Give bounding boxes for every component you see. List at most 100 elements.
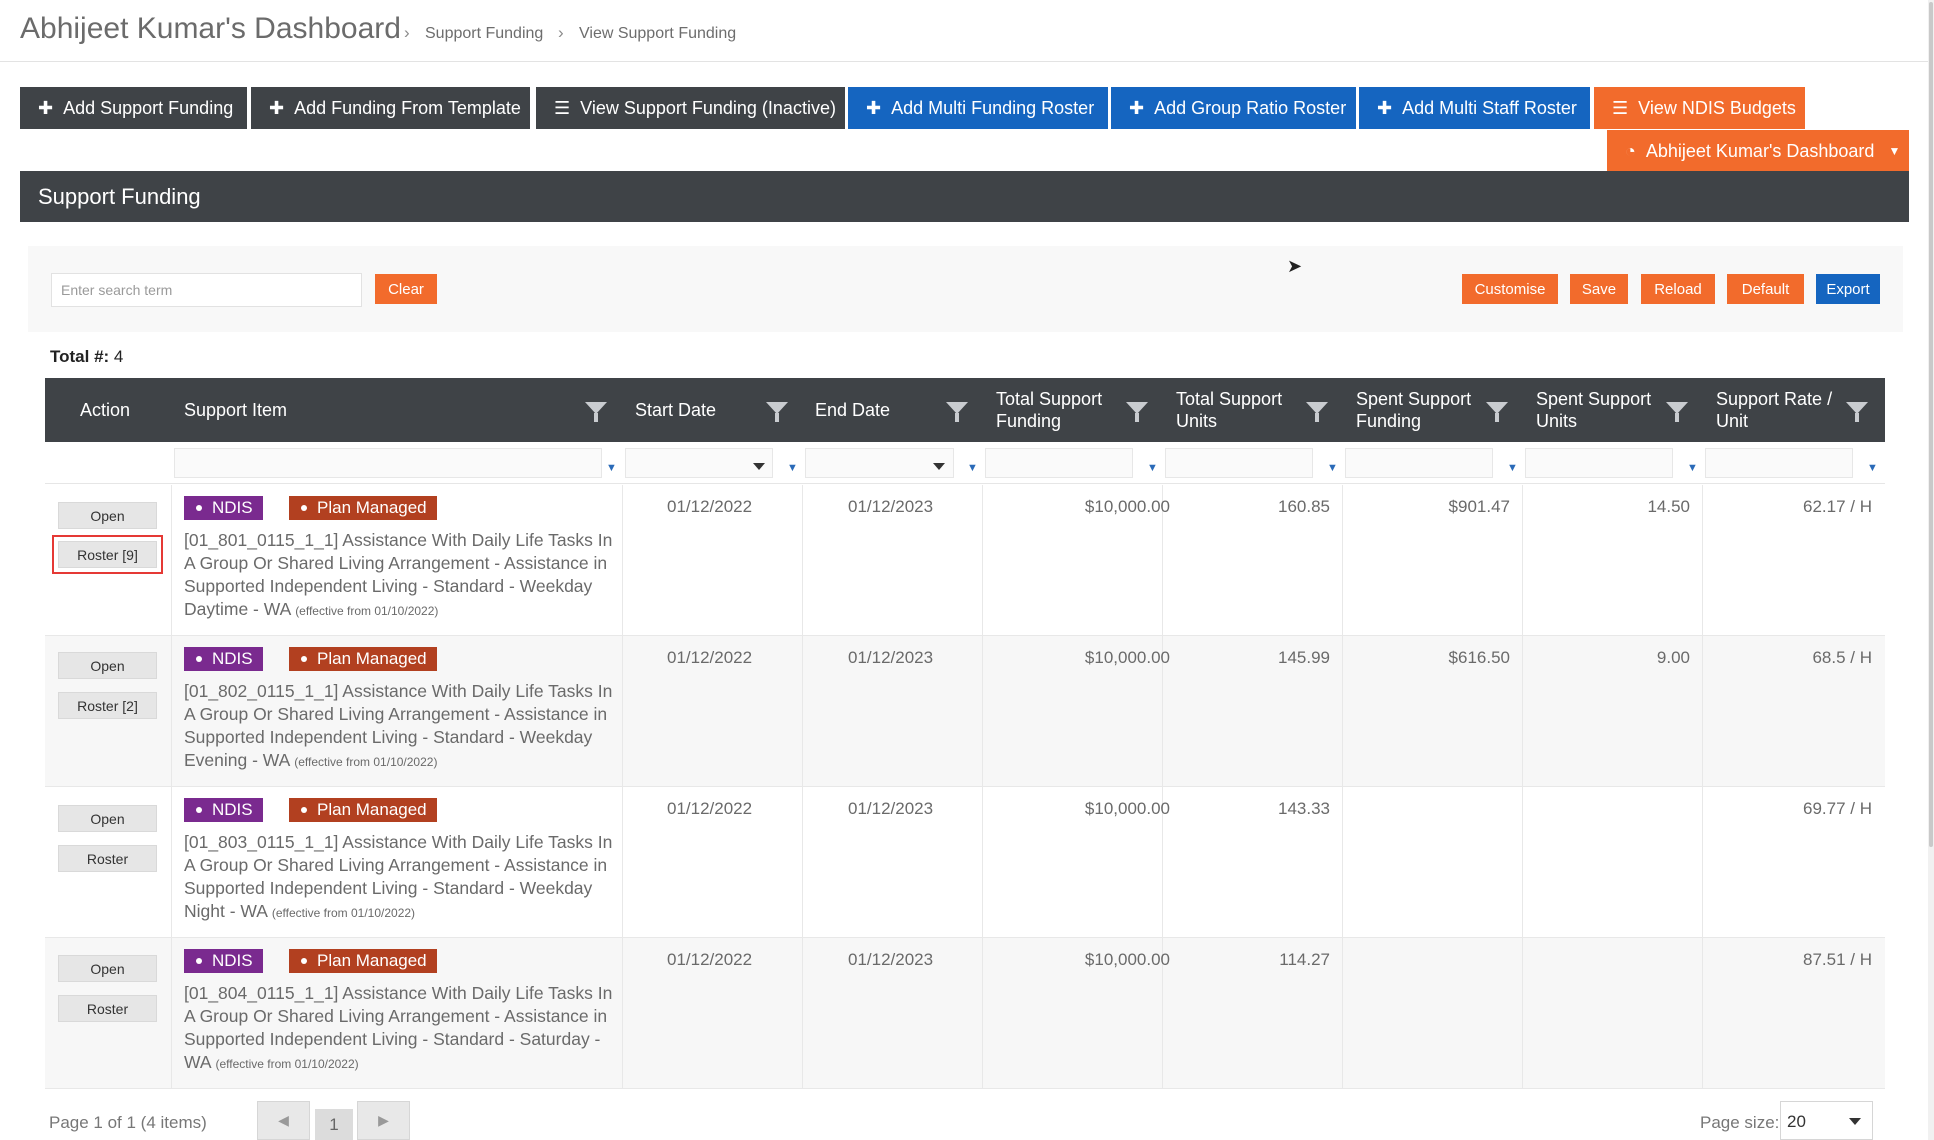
next-page-button[interactable]: ▶ [357,1101,410,1140]
column-header-spent-support-funding[interactable]: Spent Support Funding [1356,378,1486,442]
filter-options-icon[interactable]: ▼ [606,462,617,474]
column-divider [171,636,172,786]
column-divider [1522,636,1523,786]
filter-options-icon[interactable]: ▼ [1867,462,1878,474]
default-button[interactable]: Default [1727,274,1804,304]
filter-funnel-icon[interactable] [585,402,607,422]
roster-button[interactable]: Roster [2] [58,692,157,719]
top-header: Abhijeet Kumar's Dashboard › Support Fun… [0,0,1934,62]
plus-icon: ✚ [1377,97,1393,118]
filter-funnel-icon[interactable] [1486,402,1508,422]
column-divider [1342,485,1343,635]
page-number-button[interactable]: 1 [315,1109,353,1140]
filter-options-icon[interactable]: ▼ [1327,462,1338,474]
filter-options-icon[interactable]: ▼ [1687,462,1698,474]
column-divider [802,787,803,937]
start-date-cell: 01/12/2022 [667,799,753,818]
open-button[interactable]: Open [58,652,157,679]
ndis-badge: NDIS [184,496,263,520]
save-button[interactable]: Save [1570,274,1628,304]
effective-date-note: (effective from 01/10/2022) [295,604,439,618]
filter-options-icon[interactable]: ▼ [787,462,798,474]
column-header-total-support-units[interactable]: Total Support Units [1176,378,1296,442]
open-button[interactable]: Open [58,805,157,832]
filter-rate-input[interactable] [1705,448,1853,478]
support-item-description: [01_803_0115_1_1] Assistance With Daily … [184,831,624,925]
export-button[interactable]: Export [1816,274,1880,304]
chevron-left-icon: ◀ [278,1112,289,1128]
scrollbar-thumb[interactable] [1929,2,1933,847]
dashboard-dropdown[interactable]: ◔ Abhijeet Kumar's Dashboard ▼ [1607,130,1909,172]
filter-funnel-icon[interactable] [946,402,968,422]
column-divider [982,787,983,937]
total-funding-cell: $10,000.00 [1084,950,1170,969]
support-item-description: [01_804_0115_1_1] Assistance With Daily … [184,982,624,1076]
breadcrumb-support-funding[interactable]: Support Funding [425,25,543,43]
badge-label: Plan Managed [317,951,427,970]
search-input[interactable] [51,273,362,307]
filter-start-date-input[interactable] [625,448,773,478]
dashboard-dropdown-label: Abhijeet Kumar's Dashboard [1645,140,1875,161]
column-header-total-support-funding[interactable]: Total Support Funding [996,378,1126,442]
filter-options-icon[interactable]: ▼ [1147,462,1158,474]
column-header-spent-support-units[interactable]: Spent Support Units [1536,378,1656,442]
effective-date-note: (effective from 01/10/2022) [271,906,416,920]
view-ndis-budgets-button[interactable]: ☰ View NDIS Budgets [1594,87,1805,129]
rate-cell: 68.5 / H [1812,648,1872,667]
filter-end-date-input[interactable] [805,448,954,478]
dropdown-arrow-icon[interactable] [753,463,765,470]
spent-units-cell: 9.00 [1656,648,1690,667]
column-divider [1522,485,1523,635]
button-label: Add Funding From Template [294,97,521,118]
dot-icon [301,505,307,511]
column-divider [1702,485,1703,635]
add-group-ratio-roster-button[interactable]: ✚ Add Group Ratio Roster [1111,87,1356,129]
button-label: Add Group Ratio Roster [1154,97,1347,118]
filter-funnel-icon[interactable] [1666,402,1688,422]
customise-button[interactable]: Customise [1462,274,1558,304]
column-header-start-date[interactable]: Start Date [635,378,745,442]
end-date-cell: 01/12/2023 [848,497,934,516]
open-button[interactable]: Open [58,955,157,982]
spent-funding-cell: $616.50 [1448,648,1510,667]
spent-funding-cell: $901.47 [1448,497,1510,516]
view-support-funding-inactive-button[interactable]: ☰ View Support Funding (Inactive) [536,87,845,129]
roster-button[interactable]: Roster [9] [52,535,163,574]
add-support-funding-button[interactable]: ✚ Add Support Funding [20,87,247,129]
add-multi-staff-roster-button[interactable]: ✚ Add Multi Staff Roster [1359,87,1590,129]
add-funding-from-template-button[interactable]: ✚ Add Funding From Template [251,87,530,129]
column-divider [982,938,983,1088]
add-multi-funding-roster-button[interactable]: ✚ Add Multi Funding Roster [848,87,1108,129]
filter-spent-units-input[interactable] [1525,448,1673,478]
filter-funnel-icon[interactable] [1306,402,1328,422]
filter-total-funding-input[interactable] [985,448,1133,478]
roster-button[interactable]: Roster [58,845,157,872]
rate-cell: 62.17 / H [1803,497,1872,516]
filter-total-units-input[interactable] [1165,448,1313,478]
filter-funnel-icon[interactable] [1846,402,1868,422]
table-row: Open Roster NDIS Plan Managed [01_804_01… [45,938,1885,1089]
total-units-cell: 160.85 [1278,497,1330,516]
dropdown-arrow-icon[interactable] [933,463,945,470]
filter-options-icon[interactable]: ▼ [967,462,978,474]
button-label: Add Support Funding [63,97,234,118]
filter-funnel-icon[interactable] [1126,402,1148,422]
column-header-support-rate-unit[interactable]: Support Rate / Unit [1716,378,1836,442]
filter-funnel-icon[interactable] [766,402,788,422]
column-header-end-date[interactable]: End Date [815,378,925,442]
open-button[interactable]: Open [58,502,157,529]
roster-button[interactable]: Roster [58,995,157,1022]
column-divider [1342,787,1343,937]
page-scrollbar[interactable] [1928,0,1934,1140]
reload-button[interactable]: Reload [1641,274,1715,304]
page-size-select[interactable]: 20 [1780,1101,1873,1140]
filter-support-item-input[interactable] [174,448,602,478]
previous-page-button[interactable]: ◀ [257,1101,310,1140]
dot-icon [301,807,307,813]
filter-options-icon[interactable]: ▼ [1507,462,1518,474]
dot-icon [196,958,202,964]
filter-spent-funding-input[interactable] [1345,448,1493,478]
column-header-support-item[interactable]: Support Item [184,378,384,442]
clear-button[interactable]: Clear [375,274,437,304]
column-divider [1702,938,1703,1088]
